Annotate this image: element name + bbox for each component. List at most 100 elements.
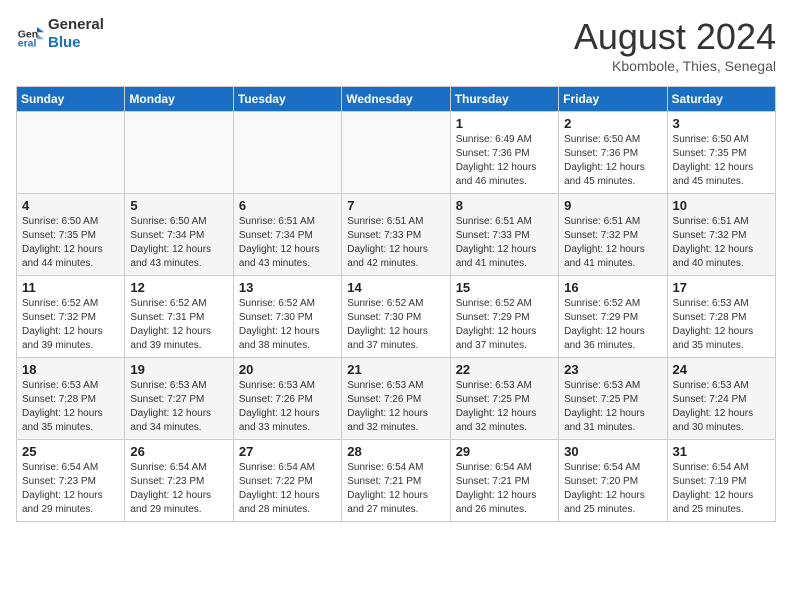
day-cell: 27Sunrise: 6:54 AM Sunset: 7:22 PM Dayli… [233, 440, 341, 522]
day-info: Sunrise: 6:51 AM Sunset: 7:34 PM Dayligh… [239, 215, 336, 271]
day-info: Sunrise: 6:54 AM Sunset: 7:23 PM Dayligh… [130, 461, 227, 517]
day-cell: 7 Sunrise: 6:51 AM Sunset: 7:33 PM Daylig… [342, 194, 450, 276]
day-cell: 26 Sunrise: 6:54 AM Sunset: 7:23 PM Dayli… [125, 440, 233, 522]
logo-text: General Blue [48, 16, 104, 52]
day-cell [342, 112, 450, 194]
day-info: Sunrise: 6:49 AM Sunset: 7:36 PM Dayligh… [456, 133, 553, 189]
day-info: Sunrise: 6:53 AM Sunset: 7:26 PM Dayligh… [239, 379, 336, 435]
column-headers: SundayMondayTuesdayWednesdayThursdayFrid… [17, 87, 776, 112]
day-info: Sunrise: 6:52 AM Sunset: 7:32 PM Dayligh… [22, 297, 119, 353]
day-cell: 9 Sunrise: 6:51 AM Sunset: 7:32 PM Daylig… [559, 194, 667, 276]
day-cell: 1 Sunrise: 6:49 AM Sunset: 7:36 PM Daylig… [450, 112, 558, 194]
day-cell: 30 Sunrise: 6:54 AM Sunset: 7:20 PM Dayli… [559, 440, 667, 522]
day-cell: 28Sunrise: 6:54 AM Sunset: 7:21 PM Dayli… [342, 440, 450, 522]
day-cell [125, 112, 233, 194]
day-info: Sunrise: 6:54 AM Sunset: 7:21 PM Dayligh… [456, 461, 553, 517]
day-info: Sunrise: 6:52 AM Sunset: 7:31 PM Dayligh… [130, 297, 227, 353]
col-header-monday: Monday [125, 87, 233, 112]
day-number: 3 [673, 116, 770, 131]
day-info: Sunrise: 6:54 AM Sunset: 7:19 PM Dayligh… [673, 461, 770, 517]
day-number: 12 [130, 280, 227, 295]
day-number: 22 [456, 362, 553, 377]
day-cell: 29Sunrise: 6:54 AM Sunset: 7:21 PM Dayli… [450, 440, 558, 522]
title-area: August 2024 Kbombole, Thies, Senegal [574, 16, 776, 74]
day-info: Sunrise: 6:52 AM Sunset: 7:29 PM Dayligh… [564, 297, 661, 353]
location-subtitle: Kbombole, Thies, Senegal [574, 58, 776, 74]
week-row-3: 11 Sunrise: 6:52 AM Sunset: 7:32 PM Dayli… [17, 276, 776, 358]
day-info: Sunrise: 6:52 AM Sunset: 7:30 PM Dayligh… [239, 297, 336, 353]
day-info: Sunrise: 6:53 AM Sunset: 7:24 PM Dayligh… [673, 379, 770, 435]
day-number: 4 [22, 198, 119, 213]
logo-icon: Gen eral [16, 20, 44, 48]
day-info: Sunrise: 6:50 AM Sunset: 7:35 PM Dayligh… [673, 133, 770, 189]
day-info: Sunrise: 6:53 AM Sunset: 7:28 PM Dayligh… [22, 379, 119, 435]
col-header-thursday: Thursday [450, 87, 558, 112]
day-number: 7 [347, 198, 444, 213]
day-number: 9 [564, 198, 661, 213]
week-row-1: 1 Sunrise: 6:49 AM Sunset: 7:36 PM Daylig… [17, 112, 776, 194]
month-title: August 2024 [574, 16, 776, 58]
day-number: 18 [22, 362, 119, 377]
day-number: 20 [239, 362, 336, 377]
col-header-tuesday: Tuesday [233, 87, 341, 112]
day-info: Sunrise: 6:52 AM Sunset: 7:30 PM Dayligh… [347, 297, 444, 353]
day-number: 19 [130, 362, 227, 377]
day-cell: 4 Sunrise: 6:50 AM Sunset: 7:35 PM Daylig… [17, 194, 125, 276]
day-info: Sunrise: 6:53 AM Sunset: 7:26 PM Dayligh… [347, 379, 444, 435]
day-number: 10 [673, 198, 770, 213]
day-number: 21 [347, 362, 444, 377]
day-number: 14 [347, 280, 444, 295]
day-number: 26 [130, 444, 227, 459]
day-cell: 21 Sunrise: 6:53 AM Sunset: 7:26 PM Dayli… [342, 358, 450, 440]
col-header-saturday: Saturday [667, 87, 775, 112]
day-cell: 6 Sunrise: 6:51 AM Sunset: 7:34 PM Daylig… [233, 194, 341, 276]
day-info: Sunrise: 6:51 AM Sunset: 7:32 PM Dayligh… [673, 215, 770, 271]
day-cell: 16 Sunrise: 6:52 AM Sunset: 7:29 PM Dayli… [559, 276, 667, 358]
day-cell: 5Sunrise: 6:50 AM Sunset: 7:34 PM Daylig… [125, 194, 233, 276]
day-cell: 14 Sunrise: 6:52 AM Sunset: 7:30 PM Dayli… [342, 276, 450, 358]
day-info: Sunrise: 6:53 AM Sunset: 7:25 PM Dayligh… [564, 379, 661, 435]
day-info: Sunrise: 6:51 AM Sunset: 7:32 PM Dayligh… [564, 215, 661, 271]
day-number: 6 [239, 198, 336, 213]
day-cell [233, 112, 341, 194]
day-number: 16 [564, 280, 661, 295]
day-number: 1 [456, 116, 553, 131]
day-info: Sunrise: 6:53 AM Sunset: 7:27 PM Dayligh… [130, 379, 227, 435]
day-info: Sunrise: 6:54 AM Sunset: 7:21 PM Dayligh… [347, 461, 444, 517]
day-info: Sunrise: 6:53 AM Sunset: 7:28 PM Dayligh… [673, 297, 770, 353]
day-cell: 31 Sunrise: 6:54 AM Sunset: 7:19 PM Dayli… [667, 440, 775, 522]
day-cell: 10 Sunrise: 6:51 AM Sunset: 7:32 PM Dayli… [667, 194, 775, 276]
day-cell: 8Sunrise: 6:51 AM Sunset: 7:33 PM Daylig… [450, 194, 558, 276]
day-cell: 20 Sunrise: 6:53 AM Sunset: 7:26 PM Dayli… [233, 358, 341, 440]
col-header-sunday: Sunday [17, 87, 125, 112]
day-cell: 25 Sunrise: 6:54 AM Sunset: 7:23 PM Dayli… [17, 440, 125, 522]
day-cell: 18 Sunrise: 6:53 AM Sunset: 7:28 PM Dayli… [17, 358, 125, 440]
calendar-body: 1 Sunrise: 6:49 AM Sunset: 7:36 PM Daylig… [17, 112, 776, 522]
day-info: Sunrise: 6:54 AM Sunset: 7:20 PM Dayligh… [564, 461, 661, 517]
day-number: 5 [130, 198, 227, 213]
week-row-5: 25 Sunrise: 6:54 AM Sunset: 7:23 PM Dayli… [17, 440, 776, 522]
day-cell: 12 Sunrise: 6:52 AM Sunset: 7:31 PM Dayli… [125, 276, 233, 358]
day-info: Sunrise: 6:51 AM Sunset: 7:33 PM Dayligh… [347, 215, 444, 271]
day-number: 2 [564, 116, 661, 131]
day-info: Sunrise: 6:50 AM Sunset: 7:36 PM Dayligh… [564, 133, 661, 189]
week-row-4: 18 Sunrise: 6:53 AM Sunset: 7:28 PM Dayli… [17, 358, 776, 440]
col-header-friday: Friday [559, 87, 667, 112]
day-number: 30 [564, 444, 661, 459]
logo-line1: General [48, 16, 104, 34]
day-info: Sunrise: 6:53 AM Sunset: 7:25 PM Dayligh… [456, 379, 553, 435]
week-row-2: 4 Sunrise: 6:50 AM Sunset: 7:35 PM Daylig… [17, 194, 776, 276]
day-cell [17, 112, 125, 194]
day-info: Sunrise: 6:54 AM Sunset: 7:23 PM Dayligh… [22, 461, 119, 517]
logo: Gen eral General Blue [16, 16, 104, 52]
day-cell: 13 Sunrise: 6:52 AM Sunset: 7:30 PM Dayli… [233, 276, 341, 358]
day-number: 25 [22, 444, 119, 459]
day-info: Sunrise: 6:50 AM Sunset: 7:35 PM Dayligh… [22, 215, 119, 271]
day-number: 31 [673, 444, 770, 459]
logo-line2: Blue [48, 34, 104, 52]
day-number: 11 [22, 280, 119, 295]
day-number: 13 [239, 280, 336, 295]
day-cell: 15Sunrise: 6:52 AM Sunset: 7:29 PM Dayli… [450, 276, 558, 358]
day-cell: 2 Sunrise: 6:50 AM Sunset: 7:36 PM Daylig… [559, 112, 667, 194]
day-info: Sunrise: 6:54 AM Sunset: 7:22 PM Dayligh… [239, 461, 336, 517]
